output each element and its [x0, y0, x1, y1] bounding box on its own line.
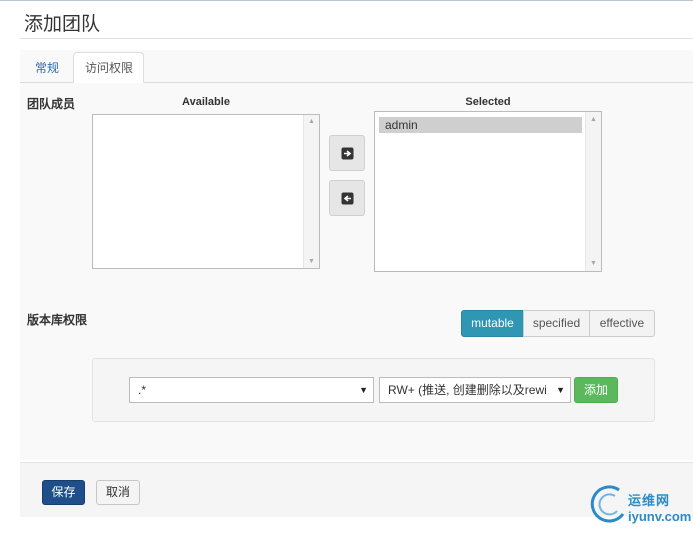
arrow-right-box-icon	[341, 147, 354, 160]
permission-level-select[interactable]: RW+ (推送, 创建删除以及rewi ▼	[379, 377, 571, 403]
selected-members-list[interactable]: admin ▲ ▼	[374, 111, 602, 272]
repo-permissions-label: 版本库权限	[27, 313, 88, 327]
team-members-label: 团队成员	[27, 97, 76, 111]
cancel-button[interactable]: 取消	[96, 480, 140, 505]
available-title: Available	[182, 96, 230, 108]
available-members-list[interactable]: ▲ ▼	[92, 114, 320, 269]
mode-specified-button[interactable]: specified	[523, 310, 590, 337]
page-title: 添加团队	[24, 14, 101, 35]
chevron-down-icon: ▼	[556, 385, 565, 395]
scroll-down-icon[interactable]: ▼	[304, 258, 319, 265]
title-divider	[20, 38, 693, 39]
mode-mutable-button[interactable]: mutable	[461, 310, 524, 337]
selected-scrollbar[interactable]: ▲ ▼	[585, 112, 601, 271]
tab-access-label: 访问权限	[85, 61, 134, 75]
watermark-logo-icon	[590, 485, 625, 523]
scroll-up-icon[interactable]: ▲	[586, 116, 601, 123]
tab-access-permissions[interactable]: 访问权限	[73, 52, 144, 83]
move-right-button[interactable]	[329, 135, 365, 171]
save-button[interactable]: 保存	[42, 480, 85, 505]
arrow-left-box-icon	[341, 192, 354, 205]
scroll-up-icon[interactable]: ▲	[304, 118, 319, 125]
tab-general-label: 常规	[35, 61, 60, 75]
repo-pattern-select[interactable]: .* ▼	[129, 377, 374, 403]
watermark-text-cn: 运维网	[628, 493, 671, 508]
add-permission-button[interactable]: 添加	[574, 377, 618, 403]
watermark-text-en: iyunv.com	[628, 509, 692, 524]
top-border	[0, 0, 693, 1]
selected-title: Selected	[465, 96, 511, 108]
chevron-down-icon: ▼	[359, 385, 368, 395]
repo-pattern-value: .*	[138, 383, 147, 397]
available-scrollbar[interactable]: ▲ ▼	[303, 115, 319, 268]
scroll-down-icon[interactable]: ▼	[586, 260, 601, 267]
tab-general[interactable]: 常规	[26, 53, 70, 82]
list-item[interactable]: admin	[379, 117, 582, 133]
mode-effective-button[interactable]: effective	[589, 310, 655, 337]
move-left-button[interactable]	[329, 180, 365, 216]
permission-level-value: RW+ (推送, 创建删除以及rewi	[388, 383, 547, 397]
